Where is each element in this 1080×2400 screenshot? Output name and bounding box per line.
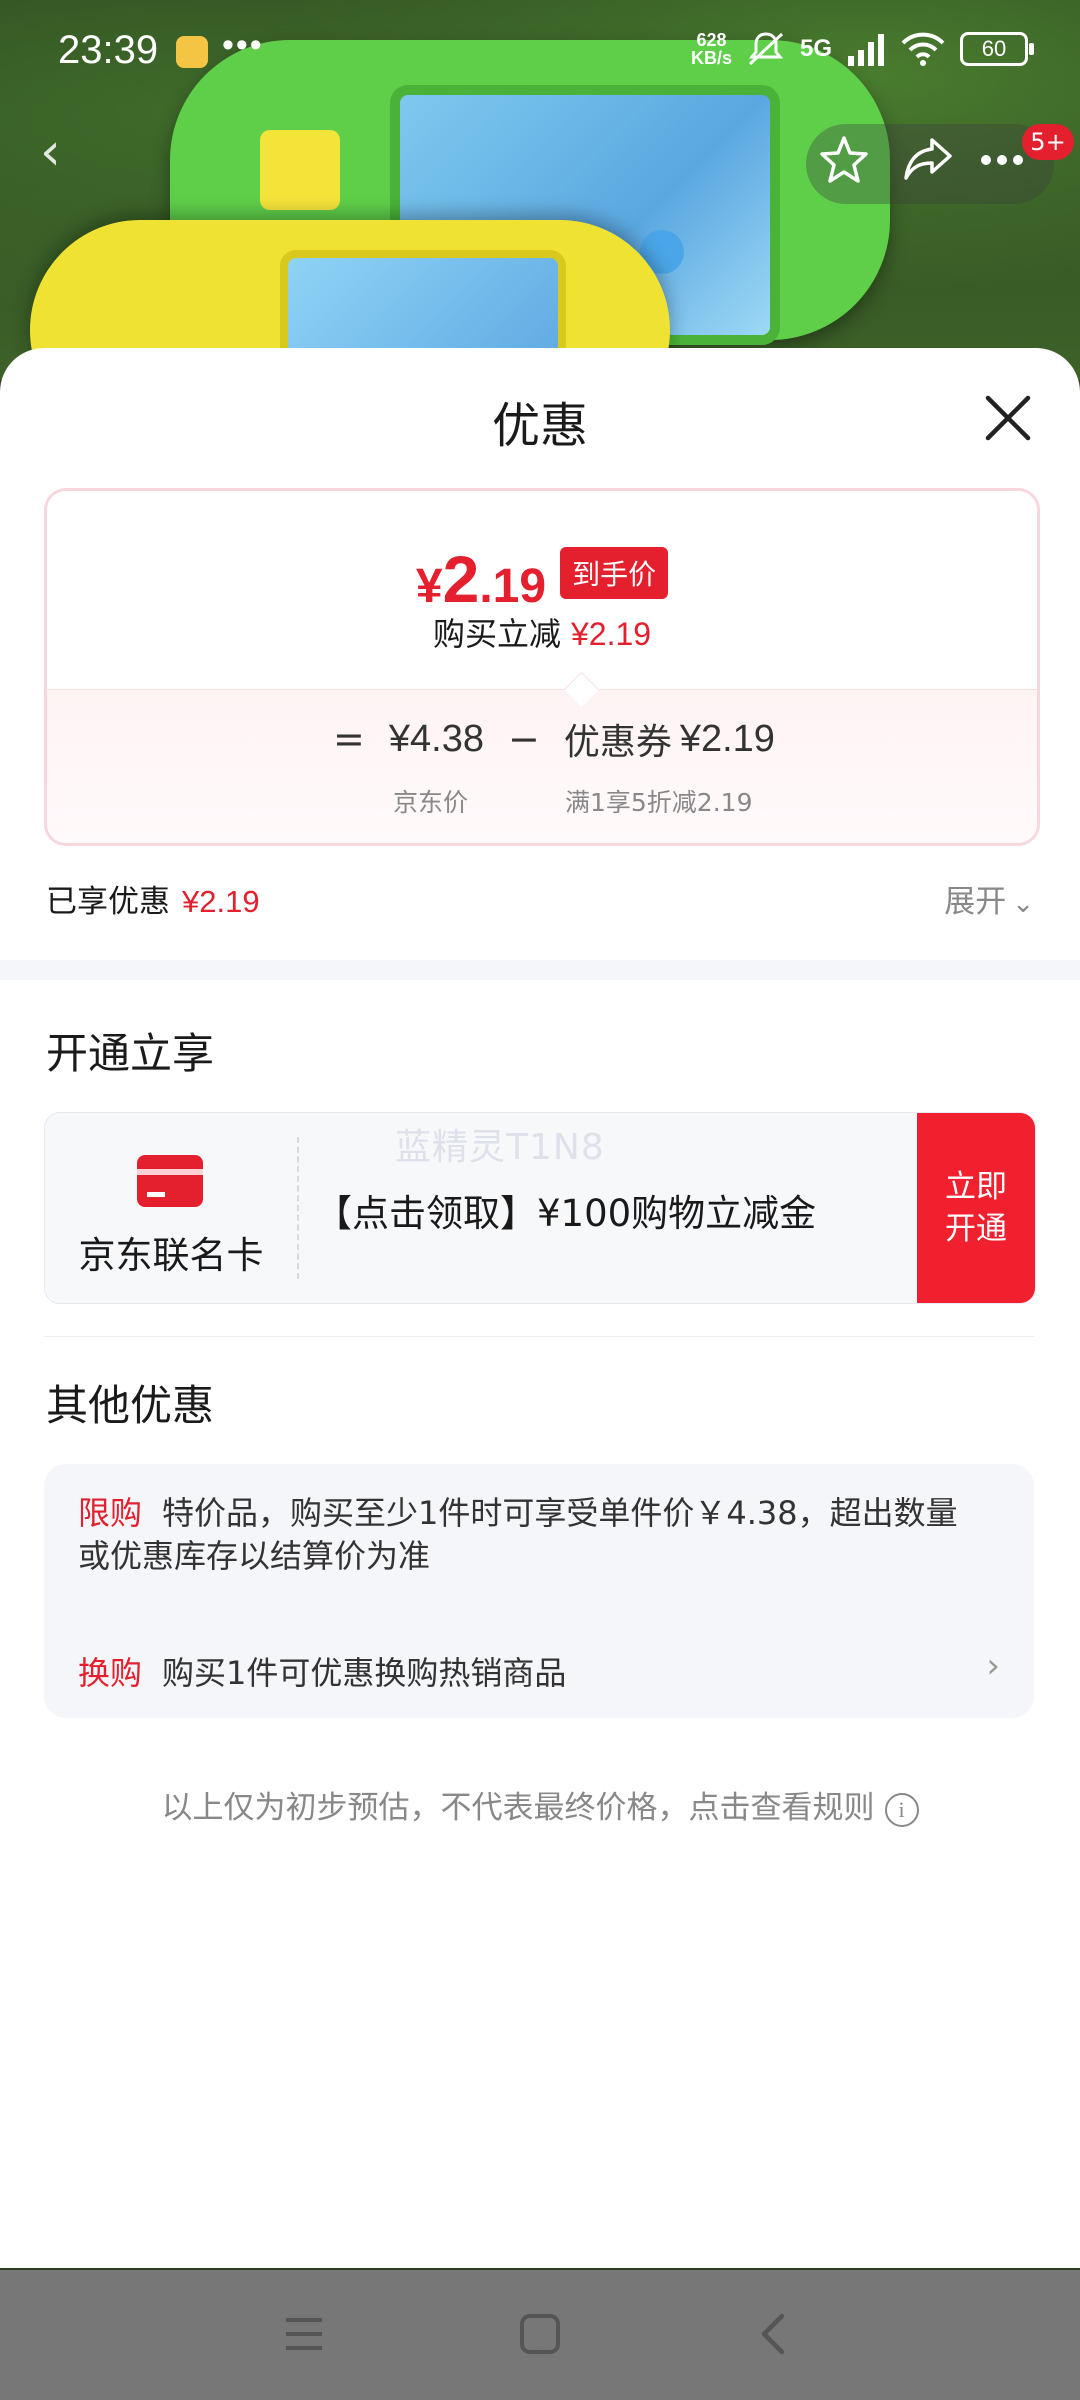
more-notifications-icon: ••• [222,26,264,64]
info-icon: i [884,1792,919,1827]
star-icon[interactable] [818,134,870,186]
jd-price-label: 京东价 [393,788,469,817]
network-speed: 628 KB/s [690,30,732,68]
wifi-icon [901,32,945,66]
system-nav-bar [0,2270,1080,2400]
home-icon[interactable] [518,2312,562,2356]
list-item-limit: 限购 特价品，购买至少1件时可享受单件价￥4.38，超出数量或优惠库存以结算价为准 [78,1494,958,1575]
section-title-other: 其他优惠 [46,1381,215,1430]
credit-card-icon [137,1155,203,1207]
close-icon[interactable] [980,390,1036,446]
status-indicators: 628 KB/s 5G 60 [690,30,1034,68]
coupon-rule: 满1享5折减2.19 [565,788,753,817]
share-icon[interactable] [902,136,954,184]
swap-tag: 换购 [78,1654,143,1692]
toy-dpad [260,130,340,210]
network-type: 5G [799,35,832,62]
jd-price: ¥4.38 [388,717,484,760]
notification-badge: 5+ [1022,124,1074,160]
section-divider [0,960,1080,980]
final-price: ¥ 2 .19 到手价 [47,541,1037,617]
chevron-down-icon: ⌄ [1012,889,1034,919]
menu-icon[interactable] [282,2314,326,2354]
final-price-tag: 到手价 [560,547,669,599]
other-discounts-list: 限购 特价品，购买至少1件时可享受单件价￥4.38，超出数量或优惠库存以结算价为准… [44,1464,1034,1718]
watermark: 蓝精灵T1N8 [395,1127,605,1168]
open-now-button[interactable]: 立即开通 [917,1113,1035,1303]
sheet-title: 优惠 [491,398,588,454]
card-name: 京东联名卡 [78,1234,264,1277]
section-title-open: 开通立享 [46,1029,215,1078]
back-nav-icon[interactable] [758,2312,788,2356]
list-item-swap[interactable]: 换购 购买1件可优惠换购热销商品 [78,1648,566,1694]
discount-sheet: 优惠 ¥ 2 .19 到手价 购买立减 ¥2.19 = ¥4.38 − 优惠券 ¥… [0,348,1080,2268]
status-time: 23:39 [58,28,159,72]
expand-button[interactable]: 展开 ⌄ [944,876,1034,921]
signal-icon [848,34,884,66]
more-icon[interactable] [980,154,1024,166]
coupon-value: ¥2.19 [679,717,775,760]
mute-icon [748,32,784,66]
footnote-rules[interactable]: 以上仅为初步预估，不代表最终价格，点击查看规则 i [0,1782,1080,1827]
status-bar: 23:39 ••• 628 KB/s 5G 60 [0,0,1080,100]
chevron-right-icon[interactable]: › [986,1646,1000,1686]
back-icon[interactable]: ‹ [40,126,84,178]
price-breakdown-card: ¥ 2 .19 到手价 购买立减 ¥2.19 = ¥4.38 − 优惠券 ¥2.1… [44,488,1040,846]
limit-tag: 限购 [78,1494,143,1532]
notification-app-icon [176,36,208,68]
battery-indicator: 60 [960,32,1034,66]
enjoyed-discount: 已享优惠 ¥2.19 [46,884,260,920]
instant-discount: 购买立减 ¥2.19 [432,615,652,653]
card-offer-text: 【点击领取】¥100购物立减金 [315,1192,817,1235]
price-formula: = ¥4.38 − 优惠券 ¥2.19 [333,717,775,763]
